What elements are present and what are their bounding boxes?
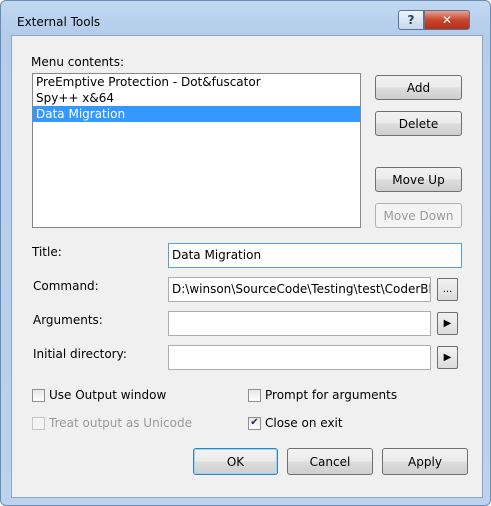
checkmark-icon: ✔ — [250, 417, 259, 428]
prompt-for-arguments-checkbox[interactable]: Prompt for arguments — [248, 388, 397, 402]
move-down-button[interactable]: Move Down — [375, 203, 462, 228]
initial-directory-label: Initial directory: — [33, 347, 127, 361]
checkbox-box[interactable] — [32, 388, 45, 402]
apply-button[interactable]: Apply — [382, 448, 468, 475]
arguments-label: Arguments: — [33, 313, 103, 327]
checkbox-label: Prompt for arguments — [265, 388, 398, 402]
menu-contents-label: Menu contents: — [31, 55, 124, 69]
list-item[interactable]: PreEmptive Protection - Dot&fuscator — [33, 74, 360, 90]
close-on-exit-checkbox[interactable]: ✔ Close on exit — [248, 416, 343, 430]
initial-directory-field[interactable] — [168, 345, 431, 370]
help-button[interactable]: ? — [398, 10, 424, 30]
add-button[interactable]: Add — [375, 75, 462, 100]
window-title: External Tools — [17, 15, 101, 29]
checkbox-label: Treat output as Unicode — [49, 416, 192, 430]
cancel-button[interactable]: Cancel — [287, 448, 373, 475]
list-item-label: Spy++ x&64 — [36, 91, 114, 105]
list-item[interactable]: Spy++ x&64 — [33, 90, 360, 106]
arguments-menu-button[interactable]: ▶ — [437, 312, 458, 335]
right-arrow-icon: ▶ — [443, 352, 452, 363]
dialog-body: Menu contents: PreEmptive Protection - D… — [11, 35, 483, 498]
title-field[interactable]: Data Migration — [168, 243, 462, 268]
right-arrow-icon: ▶ — [443, 318, 452, 329]
command-field[interactable]: D:\winson\SourceCode\Testing\test\CoderB… — [168, 277, 431, 302]
checkbox-label: Close on exit — [265, 416, 343, 430]
dialog-frame: External Tools ? ✕ Menu contents: PreEmp… — [0, 0, 491, 506]
checkbox-label: Use Output window — [49, 388, 167, 402]
title-label: Title: — [32, 245, 62, 259]
command-label: Command: — [33, 279, 99, 293]
browse-button[interactable]: ... — [437, 278, 458, 301]
help-icon: ? — [407, 13, 415, 27]
checkbox-box[interactable] — [32, 416, 45, 430]
title-bar[interactable]: External Tools ? ✕ — [1, 1, 490, 35]
move-up-button[interactable]: Move Up — [375, 167, 462, 192]
close-button[interactable]: ✕ — [424, 10, 470, 30]
list-item-label: PreEmptive Protection - Dot&fuscator — [36, 75, 261, 89]
close-icon: ✕ — [441, 13, 453, 27]
list-item-selected[interactable]: Data Migration — [33, 106, 360, 122]
menu-contents-list[interactable]: PreEmptive Protection - Dot&fuscator Spy… — [32, 73, 361, 228]
checkbox-box[interactable] — [248, 388, 261, 402]
use-output-window-checkbox[interactable]: Use Output window — [32, 388, 166, 402]
delete-button[interactable]: Delete — [375, 111, 462, 136]
treat-output-as-unicode-checkbox[interactable]: Treat output as Unicode — [32, 416, 192, 430]
checkbox-box[interactable]: ✔ — [248, 416, 261, 430]
initial-directory-menu-button[interactable]: ▶ — [437, 346, 458, 369]
list-item-label: Data Migration — [36, 107, 126, 121]
arguments-field[interactable] — [168, 311, 431, 336]
ok-button[interactable]: OK — [193, 448, 278, 475]
